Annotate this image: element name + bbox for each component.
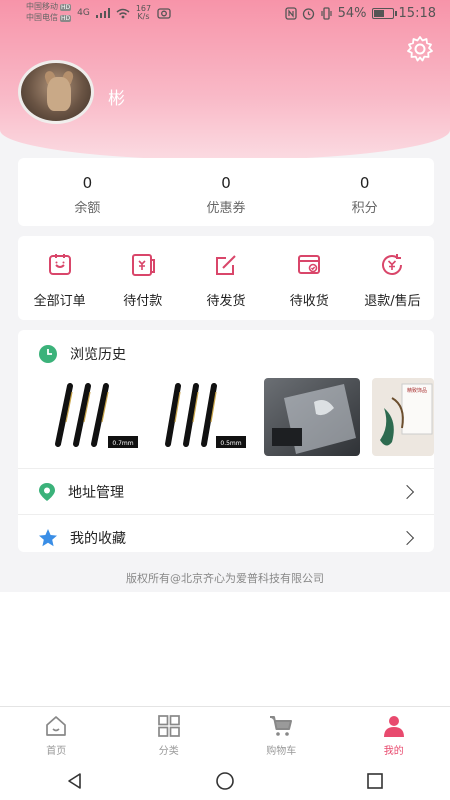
profile-icon (383, 716, 404, 737)
order-pending-receipt-label: 待收货 (289, 294, 329, 309)
history-title: 浏览历史 (70, 347, 126, 363)
pending-shipment-icon (216, 255, 236, 275)
star-icon (39, 528, 57, 546)
coupon-stat[interactable]: 0 优惠券 (157, 158, 296, 226)
history-item-film[interactable] (264, 378, 360, 456)
all-orders-icon (48, 254, 71, 275)
tab-cart-label: 购物车 (266, 746, 297, 757)
coupon-value: 0 (221, 174, 231, 192)
pens-image: 0.7mm (55, 383, 138, 448)
bottom-tab-bar: 首页 分类 购物车 我的 (0, 706, 450, 762)
points-label: 积分 (351, 201, 378, 216)
balance-stat[interactable]: 0 余额 (18, 158, 157, 226)
battery-icon (371, 7, 397, 19)
balance-value: 0 (82, 174, 93, 192)
order-pending-payment-label: 待付款 (123, 294, 163, 309)
history-header[interactable]: 浏览历史 (18, 330, 434, 378)
wifi-icon (116, 8, 130, 18)
battery-percent: 54% (337, 5, 367, 21)
address-management-label: 地址管理 (68, 484, 124, 501)
pens-image: 0.5mm (165, 383, 246, 448)
order-refund-button[interactable]: 退款/售后 (351, 236, 434, 320)
pen-size-label: 0.5mm (220, 440, 241, 447)
pen-size-label: 0.7mm (112, 440, 133, 447)
signal-icon (95, 8, 110, 18)
tab-profile[interactable]: 我的 (338, 707, 450, 762)
network-speed: 167 K/s (135, 4, 152, 21)
vibrate-icon (321, 6, 332, 20)
points-stat[interactable]: 0 积分 (295, 158, 434, 226)
history-item-pens-07[interactable]: 0.7mm (48, 378, 144, 456)
empty-area (0, 592, 450, 706)
pending-receipt-icon (298, 255, 321, 274)
address-management-row[interactable]: 地址管理 (18, 468, 434, 514)
order-pending-shipment-button[interactable]: 待发货 (184, 236, 267, 320)
services-card: 浏览历史 0.7mm 0.5mm 精致饰品 地址管理 我的收藏 (18, 330, 434, 552)
avatar[interactable] (18, 60, 94, 124)
favorites-label: 我的收藏 (70, 530, 126, 547)
category-icon (157, 715, 180, 737)
alarm-icon (302, 7, 314, 20)
refund-icon (382, 254, 403, 275)
order-all-button[interactable]: 全部订单 (18, 236, 101, 320)
status-bar: 中国移动 HD 中国电信 HD 4G 167 K/s 54% 15:18 (0, 0, 450, 26)
order-refund-label: 退款/售后 (364, 294, 421, 309)
accessory-image: 精致饰品 (372, 378, 434, 456)
clock-icon (39, 345, 57, 363)
coupon-label: 优惠券 (206, 201, 246, 216)
copyright-text: 版权所有@北京齐心为爱普科技有限公司 (126, 572, 324, 585)
carrier-1: 中国移动 (26, 2, 58, 11)
screen-protector-image (264, 378, 360, 456)
tab-category[interactable]: 分类 (113, 707, 226, 762)
tab-category-label: 分类 (158, 746, 179, 757)
balance-label: 余额 (74, 201, 101, 216)
order-pending-shipment-label: 待发货 (206, 294, 246, 309)
chevron-right-icon (399, 484, 415, 499)
carrier-info: 中国移动 HD 中国电信 HD (26, 2, 72, 22)
tab-home[interactable]: 首页 (0, 707, 113, 762)
account-stats-card: 0 余额 0 优惠券 0 积分 (18, 158, 434, 226)
order-pending-payment-button[interactable]: 待付款 (101, 236, 184, 320)
tab-profile-label: 我的 (383, 746, 404, 757)
signal-label: 4G (77, 8, 90, 18)
back-icon[interactable] (65, 771, 85, 791)
favorites-row[interactable]: 我的收藏 (18, 514, 434, 560)
chevron-right-icon (399, 530, 415, 545)
clock: 15:18 (398, 5, 436, 21)
history-item-pens-05[interactable]: 0.5mm (156, 378, 252, 456)
camera-status-icon (157, 8, 171, 19)
username: 彬 (108, 89, 125, 109)
home-circle-icon[interactable] (215, 771, 235, 791)
history-list: 0.7mm 0.5mm 精致饰品 (18, 378, 434, 458)
system-navigation-bar (0, 762, 450, 800)
orders-card: 全部订单 待付款 待发货 待收货 退款/售后 (18, 236, 434, 320)
location-pin-icon (39, 482, 55, 501)
gear-icon[interactable] (405, 34, 435, 64)
tab-home-label: 首页 (46, 746, 67, 757)
carrier-2: 中国电信 (26, 13, 58, 22)
cart-icon (270, 716, 293, 736)
order-pending-receipt-button[interactable]: 待收货 (268, 236, 351, 320)
points-value: 0 (359, 174, 370, 192)
history-item-accessory[interactable]: 精致饰品 (372, 378, 434, 456)
tab-cart[interactable]: 购物车 (225, 707, 338, 762)
nfc-icon (284, 6, 297, 20)
accessory-caption: 精致饰品 (407, 387, 427, 394)
order-all-label: 全部订单 (33, 294, 86, 309)
home-icon (46, 716, 67, 736)
pending-payment-icon (131, 254, 155, 276)
recents-icon[interactable] (365, 771, 385, 791)
